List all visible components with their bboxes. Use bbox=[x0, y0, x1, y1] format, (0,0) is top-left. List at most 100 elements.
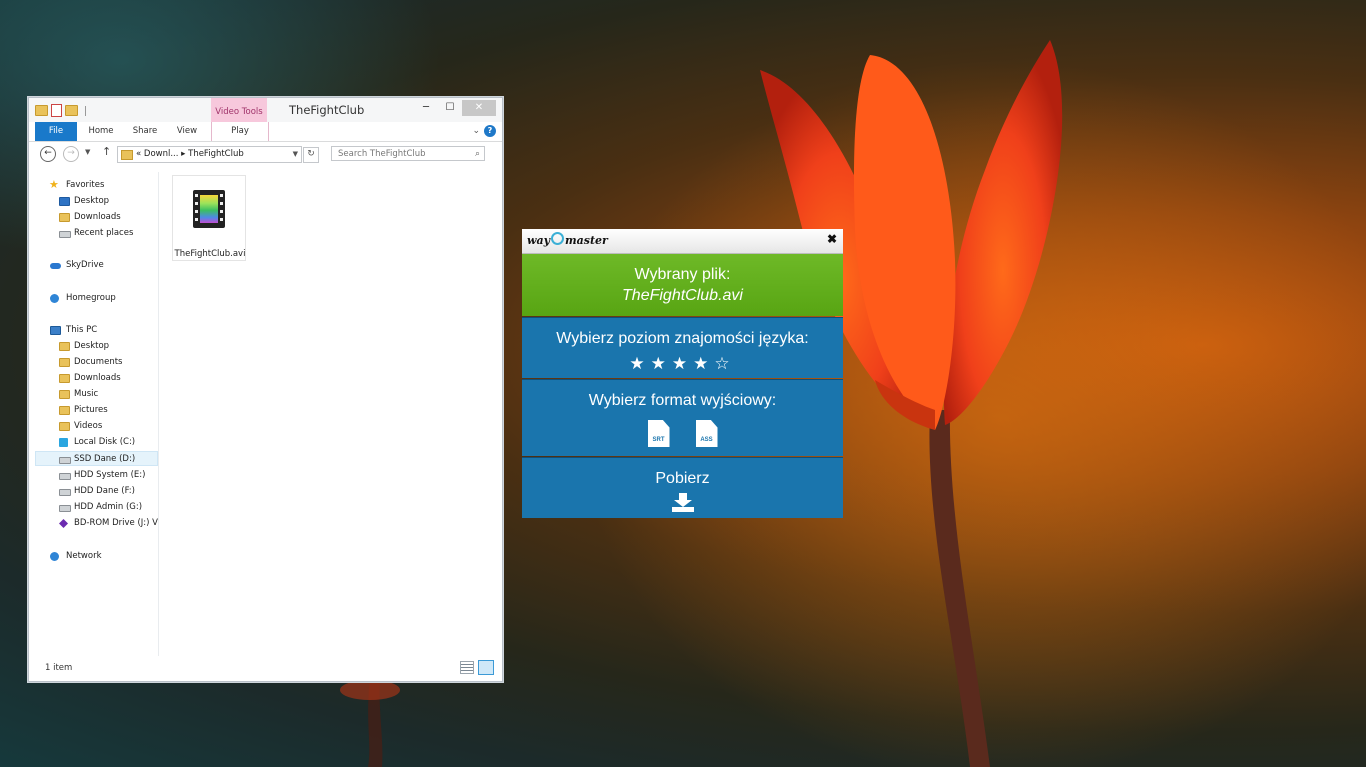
drive-icon bbox=[59, 505, 71, 512]
details-view-icon[interactable] bbox=[460, 661, 474, 674]
sidebar-item-favorites[interactable]: ★ Favorites bbox=[35, 178, 158, 193]
waymaster-panel: way master ✖ Wybrany plik: TheFightClub.a… bbox=[522, 229, 843, 518]
sidebar-item-local-disk[interactable]: Local Disk (C:) bbox=[35, 435, 158, 450]
new-folder-icon[interactable] bbox=[65, 105, 78, 116]
sidebar-item-pc-downloads[interactable]: Downloads bbox=[35, 371, 158, 386]
chevron-down-icon[interactable]: ▼ bbox=[293, 147, 298, 162]
drive-icon bbox=[59, 489, 71, 496]
sidebar-item-pc-desktop[interactable]: Desktop bbox=[35, 339, 158, 354]
format-options: SRT ASS bbox=[522, 420, 843, 447]
maximize-button[interactable]: ☐ bbox=[438, 100, 462, 116]
sidebar-item-hdd-admin[interactable]: HDD Admin (G:) bbox=[35, 500, 158, 515]
windows-drive-icon bbox=[59, 438, 68, 447]
waymaster-header[interactable]: way master ✖ bbox=[522, 229, 843, 254]
tab-file[interactable]: File bbox=[35, 122, 77, 141]
item-count: 1 item bbox=[45, 663, 73, 673]
computer-icon bbox=[50, 326, 61, 335]
sidebar-item-downloads[interactable]: Downloads bbox=[35, 210, 158, 225]
search-input[interactable]: Search TheFightClub ⌕ bbox=[331, 146, 485, 161]
sidebar-item-hdd-dane[interactable]: HDD Dane (F:) bbox=[35, 484, 158, 499]
star-empty-icon[interactable]: ☆ bbox=[714, 354, 735, 373]
sidebar-item-label: Favorites bbox=[66, 180, 105, 190]
breadcrumb[interactable]: « Downl... ▸ TheFightClub bbox=[136, 147, 244, 162]
sidebar-item-hdd-system[interactable]: HDD System (E:) bbox=[35, 468, 158, 483]
star-filled-icon[interactable]: ★ bbox=[672, 354, 693, 373]
sidebar-item-desktop[interactable]: Desktop bbox=[35, 194, 158, 209]
sidebar-item-bd-rom[interactable]: BD-ROM Drive (J:) V bbox=[35, 516, 158, 531]
sidebar-item-music[interactable]: Music bbox=[35, 387, 158, 402]
sidebar-item-label: This PC bbox=[66, 325, 98, 335]
sidebar-item-network[interactable]: Network bbox=[35, 549, 158, 564]
documents-folder-icon bbox=[59, 358, 70, 367]
address-bar-row: ← → ▼ ↑ « Downl... ▸ TheFightClub ▼ ↻ Se… bbox=[29, 142, 502, 167]
video-tools-header: Video Tools bbox=[211, 98, 267, 122]
srt-file-icon[interactable]: SRT bbox=[647, 420, 670, 447]
forward-button[interactable]: → bbox=[63, 146, 79, 162]
sidebar-item-label: SSD Dane (D:) bbox=[74, 454, 136, 464]
sidebar-item-label: SkyDrive bbox=[66, 260, 104, 270]
selected-file-label: Wybrany plik: bbox=[634, 266, 731, 283]
sidebar-item-this-pc[interactable]: This PC bbox=[35, 323, 158, 338]
desktop-icon bbox=[59, 197, 70, 206]
sidebar-item-videos[interactable]: Videos bbox=[35, 419, 158, 434]
download-section[interactable]: Pobierz bbox=[522, 457, 843, 518]
up-button[interactable]: ↑ bbox=[102, 145, 111, 158]
title-bar[interactable]: Video Tools TheFightClub ─ ☐ ✕ bbox=[29, 98, 502, 122]
video-file-icon bbox=[193, 190, 225, 228]
sidebar-item-pictures[interactable]: Pictures bbox=[35, 403, 158, 418]
selected-file-section[interactable]: Wybrany plik: TheFightClub.avi bbox=[522, 254, 843, 316]
sidebar-item-documents[interactable]: Documents bbox=[35, 355, 158, 370]
status-bar: 1 item bbox=[29, 655, 502, 681]
sidebar-item-label: Desktop bbox=[74, 196, 110, 206]
sidebar-item-label: BD-ROM Drive (J:) V bbox=[74, 518, 158, 528]
sidebar-item-label: Pictures bbox=[74, 405, 108, 415]
logo-text-right: master bbox=[565, 234, 608, 247]
sidebar-item-label: Local Disk (C:) bbox=[74, 437, 136, 447]
videos-folder-icon bbox=[59, 422, 70, 431]
minimize-button[interactable]: ─ bbox=[414, 100, 438, 116]
recent-locations-icon[interactable]: ▼ bbox=[85, 148, 90, 156]
properties-icon[interactable] bbox=[51, 104, 62, 117]
ass-file-icon[interactable]: ASS bbox=[695, 420, 718, 447]
back-button[interactable]: ← bbox=[40, 146, 56, 162]
sidebar-item-skydrive[interactable]: SkyDrive bbox=[35, 258, 158, 273]
folder-icon bbox=[121, 150, 133, 160]
network-icon bbox=[50, 552, 59, 561]
star-filled-icon[interactable]: ★ bbox=[693, 354, 714, 373]
star-filled-icon[interactable]: ★ bbox=[629, 354, 650, 373]
drive-icon bbox=[59, 457, 71, 464]
pictures-folder-icon bbox=[59, 406, 70, 415]
download-icon[interactable] bbox=[671, 493, 694, 513]
sidebar-item-label: Network bbox=[66, 551, 102, 561]
sidebar-item-homegroup[interactable]: Homegroup bbox=[35, 291, 158, 306]
sidebar-item-label: HDD Dane (F:) bbox=[74, 486, 135, 496]
expand-ribbon-icon[interactable]: ⌄ bbox=[472, 126, 480, 136]
downloads-folder-icon bbox=[59, 374, 70, 383]
tab-home[interactable]: Home bbox=[81, 122, 121, 141]
waymaster-logo: way master bbox=[527, 232, 608, 247]
sidebar-item-ssd-dane[interactable]: SSD Dane (D:) bbox=[35, 451, 158, 466]
drive-icon bbox=[59, 473, 71, 480]
help-icon[interactable]: ? bbox=[484, 125, 496, 137]
format-label-ass: ASS bbox=[700, 437, 713, 443]
file-list: TheFightClub.avi bbox=[166, 172, 502, 656]
sidebar-item-recent-places[interactable]: Recent places bbox=[35, 226, 158, 241]
sidebar-item-label: Downloads bbox=[74, 212, 121, 222]
sidebar-item-label: Documents bbox=[74, 357, 123, 367]
star-filled-icon[interactable]: ★ bbox=[651, 354, 672, 373]
refresh-button[interactable]: ↻ bbox=[303, 147, 319, 163]
large-icons-view-icon[interactable] bbox=[478, 660, 494, 675]
close-icon[interactable]: ✖ bbox=[827, 232, 837, 246]
file-item[interactable]: TheFightClub.avi bbox=[172, 175, 246, 261]
search-icon[interactable]: ⌕ bbox=[475, 147, 480, 162]
tab-view[interactable]: View bbox=[169, 122, 205, 141]
close-button[interactable]: ✕ bbox=[462, 100, 496, 116]
visual-studio-icon bbox=[59, 519, 68, 528]
address-box[interactable]: « Downl... ▸ TheFightClub ▼ bbox=[117, 146, 302, 163]
folder-icon bbox=[35, 105, 48, 116]
star-rating[interactable]: ★★★★☆ bbox=[522, 354, 843, 374]
tab-play[interactable]: Play bbox=[211, 122, 269, 141]
downloads-folder-icon bbox=[59, 213, 70, 222]
logo-text-left: way bbox=[527, 234, 550, 247]
tab-share[interactable]: Share bbox=[125, 122, 165, 141]
